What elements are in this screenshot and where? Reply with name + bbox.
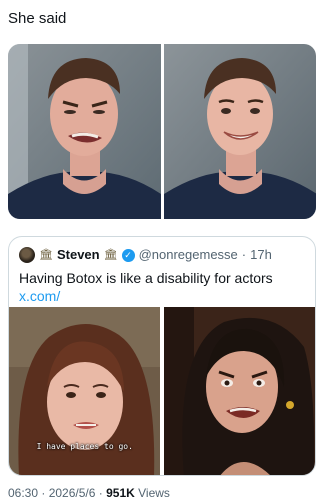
post-media-grid[interactable] [8,44,316,219]
verified-badge-icon: ✓ [121,248,135,262]
quoted-author-name[interactable]: Steven [57,247,100,263]
classical-building-icon: 🏛 [103,249,118,261]
meta-separator: · [95,486,107,500]
post-text: She said [8,10,67,27]
quoted-post-card[interactable]: 🏛 Steven 🏛 ✓ @nonregemesse · 17h Having … [8,236,316,476]
quoted-author-avatar[interactable] [19,247,35,263]
media-image-grimace[interactable] [8,44,161,219]
quoted-text: Having Botox is like a disability for ac… [19,270,273,286]
quoted-media-grid[interactable]: I have places to go. [9,307,315,475]
post-time[interactable]: 06:30 [8,486,38,500]
post-date[interactable]: 2026/5/6 [49,486,96,500]
classical-building-icon: 🏛 [39,249,53,261]
post-meta: 06:30 · 2026/5/6 · 951K Views [8,486,170,500]
media-image-shouting[interactable] [163,307,315,475]
views-count[interactable]: 951K [106,486,135,500]
video-subtitle: I have places to go. [36,442,133,451]
meta-separator: · [38,486,49,500]
quoted-post-time[interactable]: 17h [250,247,272,263]
header-separator: · [241,247,247,262]
media-image-smile[interactable] [163,44,316,219]
media-image-crying[interactable]: I have places to go. [9,307,161,475]
quoted-author-handle[interactable]: @nonregemesse [139,247,238,263]
views-label: Views [134,486,170,500]
quoted-post-header: 🏛 Steven 🏛 ✓ @nonregemesse · 17h [19,247,272,263]
